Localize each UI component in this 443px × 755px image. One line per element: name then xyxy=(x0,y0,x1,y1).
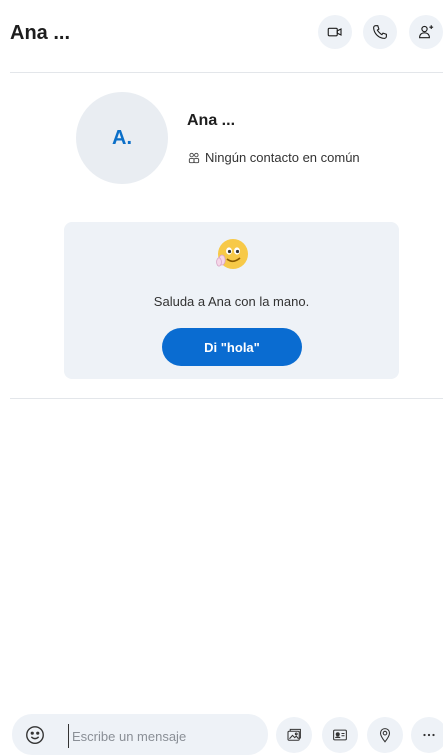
more-options-button[interactable] xyxy=(411,717,443,753)
contact-card-button[interactable] xyxy=(322,717,358,753)
location-button[interactable] xyxy=(367,717,403,753)
message-input[interactable] xyxy=(68,724,264,748)
media-gallery-icon xyxy=(287,728,301,741)
video-call-button[interactable] xyxy=(318,15,352,49)
avatar-initials: A. xyxy=(112,126,132,149)
video-call-icon xyxy=(327,27,342,37)
mutual-contacts-label: Ningún contacto en común xyxy=(205,150,360,165)
audio-call-icon xyxy=(373,25,387,39)
add-participant-button[interactable] xyxy=(409,15,443,49)
avatar[interactable]: A. xyxy=(76,92,168,184)
chat-title[interactable]: Ana ... xyxy=(10,22,70,45)
chat-header: Ana ... xyxy=(0,0,443,72)
wave-message: Saluda a Ana con la mano. xyxy=(153,294,310,309)
wave-card: Saluda a Ana con la mano. Di "hola" xyxy=(64,222,399,379)
add-person-icon xyxy=(419,25,434,39)
waving-emoji xyxy=(216,239,248,269)
audio-call-button[interactable] xyxy=(363,15,397,49)
profile-name[interactable]: Ana ... xyxy=(187,112,235,130)
header-divider xyxy=(10,72,443,73)
content-divider xyxy=(10,398,443,399)
message-composer xyxy=(12,714,268,755)
say-hello-button[interactable]: Di "hola" xyxy=(162,328,302,366)
emoji-icon[interactable] xyxy=(24,724,46,746)
mutual-contacts: Ningún contacto en común xyxy=(187,150,360,165)
media-gallery-button[interactable] xyxy=(276,717,312,753)
location-icon xyxy=(379,728,391,743)
people-icon xyxy=(188,152,200,163)
contact-card-icon xyxy=(333,729,347,741)
more-icon xyxy=(423,733,435,737)
